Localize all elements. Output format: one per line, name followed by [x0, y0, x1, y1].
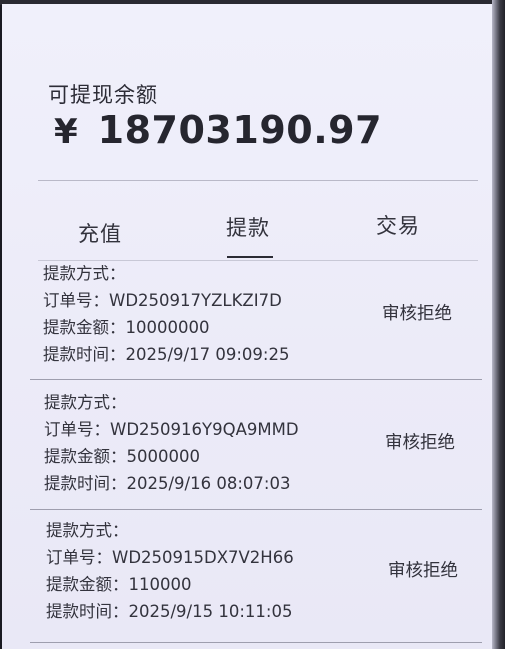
record-status: 审核拒绝: [385, 433, 455, 453]
record-time: 提款时间：2025/9/17 09:09:25: [43, 345, 290, 364]
withdraw-record[interactable]: 提款方式： 订单号：WD250916Y9QA9MMD 提款金额：5000000 …: [30, 389, 482, 497]
record-time: 提款时间：2025/9/16 08:07:03: [44, 474, 291, 493]
tab-transactions[interactable]: 交易: [376, 210, 420, 240]
device-edge: [492, 0, 505, 649]
balance-label: 可提现余额: [48, 83, 158, 107]
withdraw-record[interactable]: 提款方式： 订单号：WD250917YZLKZI7D 提款金额：10000000…: [30, 260, 482, 368]
withdraw-record[interactable]: 提款方式： 订单号：WD250915DX7V2H66 提款金额：110000 提…: [30, 517, 482, 625]
tab-recharge[interactable]: 充值: [78, 218, 122, 248]
tab-bar: 充值 提款 交易: [2, 204, 492, 262]
balance-amount: 18703190.97: [97, 108, 383, 152]
record-divider: [30, 642, 482, 643]
record-status: 审核拒绝: [388, 561, 458, 581]
record-divider: [30, 509, 482, 510]
record-method: 提款方式：: [44, 393, 127, 412]
tab-withdraw[interactable]: 提款: [226, 212, 270, 242]
currency-symbol: ¥: [54, 112, 78, 152]
record-status: 审核拒绝: [382, 304, 452, 324]
record-time: 提款时间：2025/9/15 10:11:05: [46, 602, 293, 621]
balance-divider: [38, 180, 478, 181]
record-divider: [30, 379, 482, 380]
record-method: 提款方式：: [43, 264, 126, 283]
record-method: 提款方式：: [46, 521, 129, 540]
balance-display: ¥ 18703190.97: [54, 108, 382, 152]
withdraw-screen: 可提现余额 ¥ 18703190.97 充值 提款 交易 提款方式： 订单号：W…: [2, 4, 492, 649]
active-tab-indicator: [227, 256, 273, 258]
